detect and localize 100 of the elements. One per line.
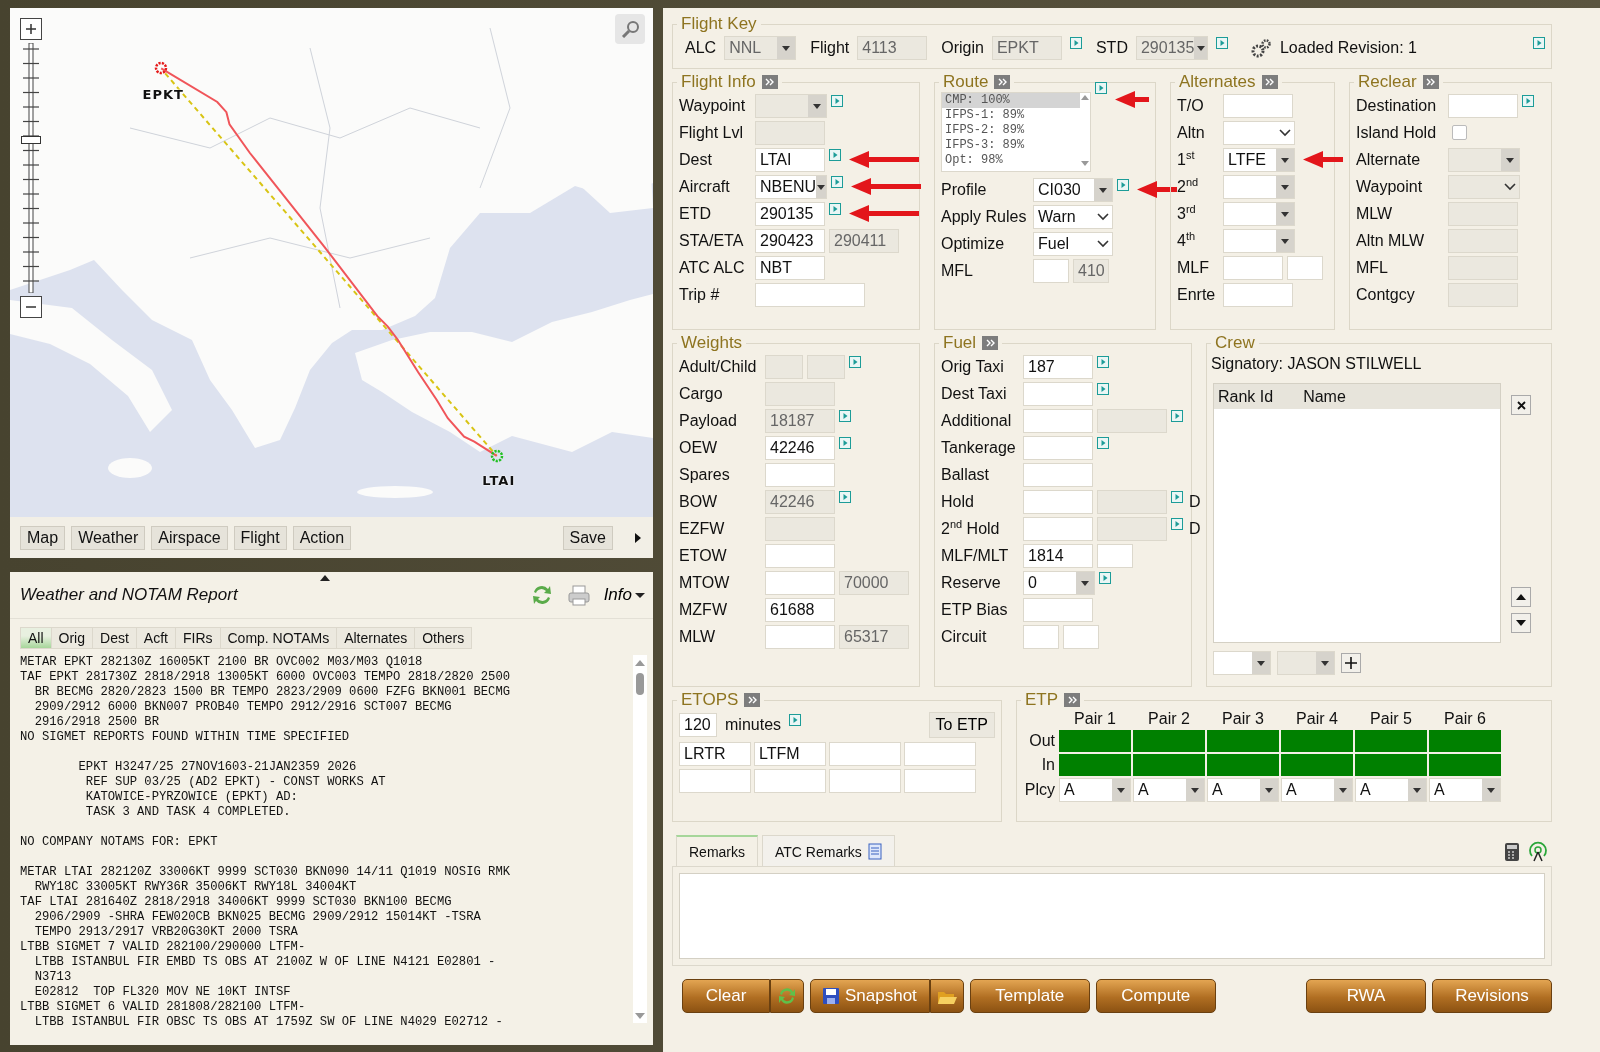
text-field[interactable] [904,742,976,766]
text-field[interactable]: 120 [679,713,717,737]
info-menu[interactable]: Info [603,585,645,605]
tab[interactable]: Acft [135,627,176,649]
tab[interactable]: Orig [50,627,93,649]
dropdown-field[interactable]: 0 [1023,570,1095,595]
dropdown-field[interactable]: LTFE [1223,147,1295,172]
antenna-icon[interactable] [1528,841,1548,862]
play-icon[interactable] [1097,436,1109,449]
expand-button[interactable] [1064,693,1081,707]
text-field[interactable] [1023,435,1093,460]
text-field[interactable] [754,769,826,793]
search-button[interactable] [615,14,645,44]
text-field[interactable] [1023,381,1093,406]
play-icon[interactable] [849,355,861,368]
text-field[interactable]: 42246 [765,435,835,460]
gears-icon[interactable] [1249,38,1272,58]
zoom-in-button[interactable] [20,18,42,40]
dropdown-field[interactable] [1223,174,1295,199]
command-button[interactable]: Template [969,979,1090,1013]
text-field[interactable] [904,769,976,793]
expand-button[interactable] [761,75,778,89]
dropdown-field[interactable] [1213,651,1271,675]
text-field[interactable] [765,543,835,568]
play-icon[interactable] [831,94,843,107]
tab[interactable]: ATC Remarks [762,835,895,866]
tab[interactable]: Remarks [676,835,758,866]
text-field[interactable]: 290135 [755,201,825,226]
tab[interactable]: Alternates [336,627,416,649]
play-icon[interactable] [1171,409,1183,422]
play-icon[interactable] [831,175,843,188]
command-button[interactable]: Snapshot [810,979,930,1013]
play-icon[interactable] [1099,571,1111,584]
tab[interactable]: Dest [92,627,137,649]
play-icon[interactable] [1171,490,1183,503]
text-field[interactable]: LTFM [754,742,826,766]
play-icon[interactable] [1097,355,1109,368]
play-icon[interactable] [839,409,851,422]
expand-button[interactable] [994,75,1011,89]
dropdown-field[interactable] [1223,201,1295,226]
text-field[interactable] [1023,408,1093,433]
command-button[interactable]: Clear [682,979,770,1013]
text-field[interactable] [1023,624,1059,649]
text-field[interactable] [1223,255,1283,280]
dropdown-field[interactable]: A [1207,778,1279,802]
list-item[interactable]: IFPS-1: 89% [942,108,1080,123]
expand-button[interactable] [1261,75,1278,89]
text-field[interactable]: 187 [1023,354,1093,379]
move-up-button[interactable] [1511,587,1531,607]
calculator-icon[interactable] [1504,842,1520,862]
toolbar-button[interactable]: Weather [71,525,146,550]
text-field[interactable]: 61688 [765,597,835,622]
text-field[interactable]: 290423 [755,228,825,253]
text-field[interactable]: LRTR [679,742,751,766]
text-field[interactable] [1023,597,1093,622]
text-field[interactable] [1287,255,1323,280]
remove-button[interactable] [1511,395,1531,415]
dropdown-field[interactable]: CI030 [1033,177,1113,202]
text-field[interactable] [1033,258,1069,283]
tab[interactable]: FIRs [174,627,221,649]
text-field[interactable] [679,769,751,793]
list-item[interactable]: IFPS-2: 89% [942,123,1080,138]
dropdown-field[interactable]: A [1059,778,1131,802]
expand-button[interactable] [1422,75,1439,89]
play-icon[interactable] [839,436,851,449]
expand-arrow-icon[interactable] [635,532,641,543]
checkbox[interactable] [1452,125,1467,140]
save-button[interactable]: Save [562,525,613,550]
toolbar-button[interactable]: Flight [233,525,287,550]
command-button[interactable]: RWA [1306,979,1426,1013]
expand-button[interactable] [744,693,761,707]
dropdown-field[interactable]: Warn [1033,204,1113,229]
list-item[interactable]: IFPS-3: 89% [942,138,1080,153]
play-icon[interactable] [1533,37,1545,49]
text-field[interactable] [755,282,865,307]
text-field[interactable] [765,624,835,649]
command-button[interactable]: Revisions [1432,979,1552,1013]
dropdown-field[interactable]: A [1355,778,1427,802]
dropdown-field[interactable]: Fuel [1033,231,1113,256]
play-icon[interactable] [1117,178,1129,191]
toolbar-button[interactable]: Airspace [151,525,228,550]
text-field[interactable] [765,570,835,595]
play-icon[interactable] [1171,517,1183,530]
text-field[interactable] [1223,282,1293,307]
scrollbar[interactable] [633,655,647,1023]
tab[interactable]: Comp. NOTAMs [219,627,338,649]
text-field[interactable] [765,462,835,487]
route-list[interactable]: CMP: 100% IFPS-1: 89% IFPS-2: 89% IFPS-3: 89% Opt: 98% [941,92,1091,172]
slider-thumb[interactable] [21,136,41,144]
printer-icon[interactable] [567,584,590,606]
to-etp-button[interactable]: To ETP [928,712,995,738]
play-icon[interactable] [829,148,841,161]
text-field[interactable] [1023,516,1093,541]
dropdown-field[interactable] [1223,228,1295,253]
dropdown-field[interactable] [1223,120,1295,145]
dropdown-field[interactable] [1277,651,1335,675]
tab[interactable]: Others [414,627,473,649]
toolbar-button[interactable]: Action [292,525,352,550]
text-field[interactable]: NBT [755,255,825,280]
list-item[interactable]: CMP: 100% [942,93,1080,108]
